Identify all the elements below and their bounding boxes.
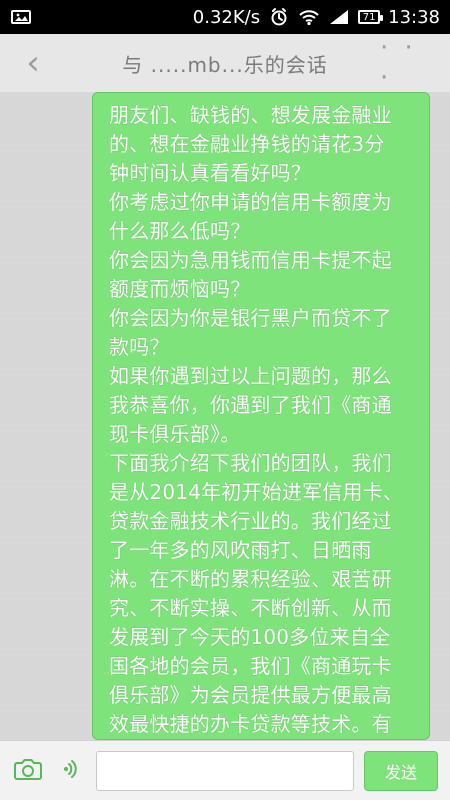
chat-title: 与 .....mb...乐的会话 xyxy=(122,52,328,77)
chat-titlebar: ‹ 与 .....mb...乐的会话 · · · xyxy=(0,33,450,93)
chat-area[interactable]: 朋友们、缺钱的、想发展金融业 的、想在金融业挣钱的请花3分 钟时间认真看看好吗？… xyxy=(0,92,450,740)
battery-icon: 71 xyxy=(358,10,384,24)
battery-level: 71 xyxy=(362,11,376,23)
wifi-icon xyxy=(298,8,320,26)
network-speed: 0.32K/s xyxy=(192,6,261,28)
status-left xyxy=(10,8,32,26)
more-icon: · · · xyxy=(380,33,417,93)
send-button[interactable]: 发送 xyxy=(364,750,438,791)
message-input[interactable] xyxy=(96,750,354,791)
signal-icon xyxy=(328,8,350,26)
message-input-bar: 发送 xyxy=(0,740,450,800)
status-bar: 0.32K/s 71 13:38 xyxy=(0,0,450,34)
screenshot-icon xyxy=(10,8,32,26)
voice-icon xyxy=(57,756,83,786)
voice-button[interactable] xyxy=(54,755,86,787)
message-text: 朋友们、缺钱的、想发展金融业 的、想在金融业挣钱的请花3分 钟时间认真看看好吗？… xyxy=(109,103,404,736)
camera-button[interactable] xyxy=(12,755,44,787)
camera-icon xyxy=(14,758,42,784)
message-bubble[interactable]: 朋友们、缺钱的、想发展金融业 的、想在金融业挣钱的请花3分 钟时间认真看看好吗？… xyxy=(92,92,430,740)
more-button[interactable]: · · · xyxy=(380,33,434,93)
status-right: 0.32K/s 71 13:38 xyxy=(193,7,440,28)
alarm-icon xyxy=(268,8,290,26)
chevron-left-icon: ‹ xyxy=(26,43,40,83)
clock: 13:38 xyxy=(388,6,440,28)
back-button[interactable]: ‹ xyxy=(16,46,50,80)
